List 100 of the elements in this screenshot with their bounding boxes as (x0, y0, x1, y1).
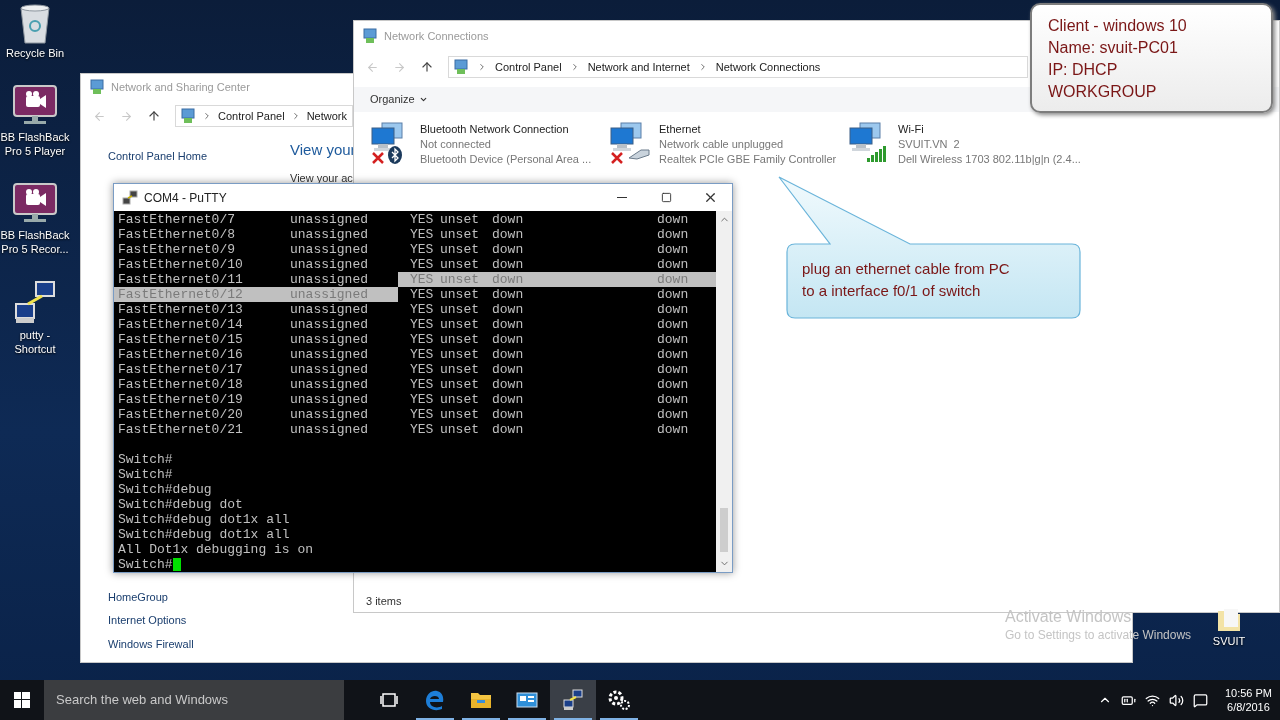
clock-date[interactable]: 6/8/2016 (1227, 700, 1270, 714)
activation-title: Activate Windows (1005, 607, 1133, 627)
volume-icon[interactable] (1168, 692, 1184, 708)
terminal-text: down (492, 332, 525, 347)
connection-status: Network cable unplugged (659, 137, 785, 152)
terminal-text: unset (440, 242, 480, 257)
terminal-text: YES (409, 212, 435, 227)
control-panel-icon (453, 59, 469, 75)
terminal-text: YES (409, 317, 435, 332)
terminal-text: unassigned (290, 332, 369, 347)
terminal-text: FastEthernet0/8 (117, 227, 237, 242)
chevron-icon (477, 62, 487, 72)
desktop-icon-label[interactable]: BB FlashBack Pro 5 Recor... (0, 228, 70, 256)
running-indicator (416, 718, 454, 720)
connection-item[interactable]: Wi-Fi SVUIT.VN 2 Dell Wireless 1703 802.11b|g|n (2.4... (848, 122, 1087, 167)
connection-item[interactable]: Bluetooth Network Connection Not connected Bluetooth Device (Personal Area ... (370, 122, 609, 167)
terminal-text: down (657, 377, 690, 392)
sidebar-link[interactable]: Control Panel Home (108, 148, 290, 165)
sidebar-link[interactable]: HomeGroup (108, 588, 290, 605)
bluetooth-icon (388, 146, 402, 164)
desktop-icon-label[interactable]: putty - Shortcut (0, 328, 70, 356)
terminal-text: down (657, 332, 690, 347)
address-bar[interactable]: Control Panel Network and Internet Network Connections (448, 56, 1028, 78)
control-panel-icon (89, 79, 105, 95)
minimize-icon (617, 197, 627, 198)
up-icon[interactable] (420, 60, 434, 74)
terminal-text: FastEthernet0/10 (117, 257, 244, 272)
network-computers-icon (848, 122, 882, 152)
taskbar-button[interactable] (550, 680, 596, 720)
breadcrumb-item[interactable]: Control Panel (218, 107, 285, 125)
task-view-icon[interactable] (380, 693, 398, 707)
control-panel-icon[interactable] (516, 691, 538, 709)
network-computers-icon (609, 122, 643, 152)
terminal-text: unset (440, 362, 480, 377)
search-field[interactable]: Search the web and Windows (44, 680, 344, 720)
terminal-text: down (657, 347, 690, 362)
computers-link-icon (12, 280, 58, 326)
breadcrumb-item[interactable]: Control Panel (495, 58, 562, 76)
connection-status: Not connected (420, 137, 492, 152)
computers-link-icon[interactable] (562, 689, 584, 711)
terminal-text: unassigned (290, 392, 369, 407)
sidebar-link[interactable]: Internet Options (108, 612, 290, 629)
desktop-icon-label[interactable]: BB FlashBack Pro 5 Player (0, 130, 70, 158)
browser-icon[interactable] (424, 689, 446, 711)
terminal-text: down (657, 392, 690, 407)
breadcrumb-item[interactable]: Network (306, 107, 347, 125)
clock-time[interactable]: 10:56 PM (1224, 686, 1272, 700)
terminal-text: down (492, 212, 525, 227)
terminal-text: down (492, 287, 525, 302)
status-bar-text: 3 items (365, 593, 403, 609)
callout-text: to a interface f0/1 of switch (802, 281, 982, 301)
terminal-text: unset (440, 212, 480, 227)
terminal-text: down (657, 287, 690, 302)
terminal-text: down (492, 317, 525, 332)
terminal-text: down (492, 257, 525, 272)
folder-icon[interactable] (470, 691, 492, 709)
page-subheading: View your ac (290, 170, 354, 186)
terminal-text: FastEthernet0/14 (117, 317, 244, 332)
connection-name: Bluetooth Network Connection (420, 122, 570, 137)
settings-icon[interactable] (607, 689, 631, 711)
terminal-text: FastEthernet0/19 (117, 392, 244, 407)
terminal-text: unset (440, 332, 480, 347)
chevron-icon (202, 111, 212, 121)
terminal-text: FastEthernet0/20 (117, 407, 244, 422)
connection-item[interactable]: Ethernet Network cable unplugged Realtek PCIe GBE Family Controller (609, 122, 848, 167)
terminal-text: down (492, 377, 525, 392)
terminal-text: unassigned (290, 287, 398, 302)
breadcrumb-item[interactable]: Network and Internet (587, 58, 690, 76)
terminal-text: down (492, 422, 525, 437)
window-title: COM4 - PuTTY (144, 189, 227, 207)
breadcrumb-item[interactable]: Network Connections (715, 58, 821, 76)
terminal-text: unassigned (290, 377, 369, 392)
up-icon[interactable] (147, 109, 161, 123)
scrollbar[interactable] (716, 211, 732, 572)
network-computers-icon (370, 122, 404, 152)
windows-logo-icon[interactable] (14, 692, 30, 708)
terminal-text: unassigned (290, 302, 369, 317)
scrollbar-thumb[interactable] (720, 508, 728, 552)
terminal-text: down (492, 407, 525, 422)
terminal-text: down (492, 392, 525, 407)
terminal-text: unassigned (290, 317, 369, 332)
terminal-text: FastEthernet0/18 (117, 377, 244, 392)
terminal-text: FastEthernet0/21 (117, 422, 244, 437)
terminal-text: Switch#debug dot (117, 497, 244, 512)
terminal-text: down (657, 242, 690, 257)
desktop-icon-label[interactable]: SVUIT (1212, 633, 1246, 650)
sidebar-link[interactable]: Windows Firewall (108, 635, 290, 652)
terminal-text: unassigned (290, 407, 369, 422)
wifi-icon[interactable] (1144, 692, 1160, 708)
desktop-icon-label[interactable]: Recycle Bin (5, 46, 65, 60)
running-indicator (554, 718, 592, 720)
terminal-text: All Dot1x debugging is on (117, 542, 315, 557)
terminal-text: YES (409, 227, 435, 242)
terminal-text: YES (409, 242, 435, 257)
address-bar[interactable]: Control Panel Network (175, 105, 353, 127)
terminal-text: unset (440, 272, 492, 287)
connection-name: Wi-Fi (898, 122, 925, 137)
notification-icon[interactable] (1192, 692, 1208, 708)
running-indicator (462, 718, 500, 720)
organize-menu-button[interactable]: Organize (370, 91, 428, 108)
